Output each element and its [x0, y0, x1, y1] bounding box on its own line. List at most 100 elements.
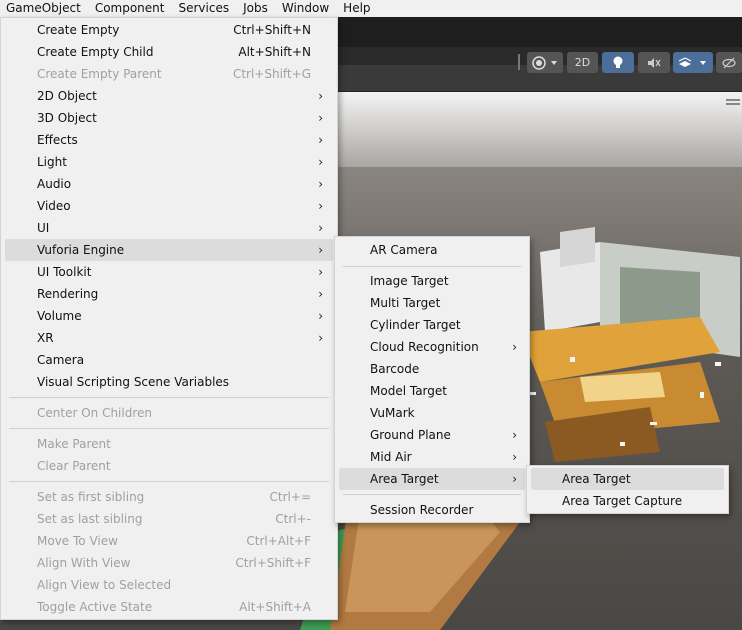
menu-item-area-target[interactable]: Area Target ›: [339, 468, 525, 490]
menu-item-multi-target[interactable]: Multi Target: [339, 292, 525, 314]
menu-item-label: Multi Target: [370, 296, 441, 310]
menu-separator: [9, 397, 329, 398]
menu-item-label: Session Recorder: [370, 503, 474, 517]
area-target-submenu: Area Target Area Target Capture: [526, 465, 729, 514]
eye-hidden-icon: [722, 57, 736, 68]
menu-item-label: Audio: [37, 177, 72, 191]
effects-layers-icon: [678, 56, 706, 67]
menu-item-ui[interactable]: UI ›: [5, 217, 333, 239]
menu-item-shortcut: Ctrl+Shift+N: [233, 23, 311, 37]
menu-item-shortcut: Ctrl+=: [269, 490, 311, 504]
menu-separator: [9, 428, 329, 429]
menu-item-label: Create Empty: [37, 23, 120, 37]
hidden-objects-button[interactable]: [716, 52, 742, 73]
chevron-right-icon: ›: [318, 287, 323, 301]
speaker-muted-icon: [648, 57, 661, 68]
menu-item-cloud-recognition[interactable]: Cloud Recognition ›: [339, 336, 525, 358]
menubar-window[interactable]: Window: [275, 1, 336, 16]
menu-item-effects[interactable]: Effects ›: [5, 129, 333, 151]
shading-mode-button[interactable]: [527, 52, 563, 73]
menu-item-create-empty-child[interactable]: Create Empty Child Alt+Shift+N: [5, 41, 333, 63]
menu-item-ar-camera[interactable]: AR Camera: [339, 239, 525, 261]
menubar-gameobject[interactable]: GameObject: [0, 1, 88, 16]
menu-item-label: Visual Scripting Scene Variables: [37, 375, 230, 389]
menu-item-label: Create Empty Parent: [37, 67, 162, 81]
menu-item-session-recorder[interactable]: Session Recorder: [339, 499, 525, 521]
menu-item-label: Make Parent: [37, 437, 111, 451]
menu-item-label: 3D Object: [37, 111, 97, 125]
menu-item-camera[interactable]: Camera: [5, 349, 333, 371]
chevron-right-icon: ›: [318, 309, 323, 323]
menu-separator: [9, 481, 329, 482]
menu-item-volume[interactable]: Volume ›: [5, 305, 333, 327]
menu-item-label: Area Target: [370, 472, 439, 486]
menu-item-label: Mid Air: [370, 450, 412, 464]
gameobject-menu: Create Empty Ctrl+Shift+N Create Empty Chi…: [0, 17, 338, 620]
menu-item-create-empty[interactable]: Create Empty Ctrl+Shift+N: [5, 19, 333, 41]
menu-item-cylinder-target[interactable]: Cylinder Target: [339, 314, 525, 336]
chevron-right-icon: ›: [318, 221, 323, 235]
menu-item-label: Light: [37, 155, 67, 169]
scene-gizmo-handle[interactable]: [726, 99, 740, 101]
menu-item-ground-plane[interactable]: Ground Plane ›: [339, 424, 525, 446]
menu-item-set-as-first-sibling[interactable]: Set as first sibling Ctrl+=: [5, 486, 333, 508]
menu-item-ui-toolkit[interactable]: UI Toolkit ›: [5, 261, 333, 283]
menu-item-label: Vuforia Engine: [37, 243, 125, 257]
chevron-right-icon: ›: [318, 177, 323, 191]
chevron-right-icon: ›: [318, 331, 323, 345]
menu-item-barcode[interactable]: Barcode: [339, 358, 525, 380]
menu-item-audio[interactable]: Audio ›: [5, 173, 333, 195]
chevron-right-icon: ›: [318, 133, 323, 147]
menu-item-set-as-last-sibling[interactable]: Set as last sibling Ctrl+-: [5, 508, 333, 530]
effects-dropdown-button[interactable]: [673, 52, 713, 73]
menu-item-area-target[interactable]: Area Target: [531, 468, 724, 490]
menu-item-image-target[interactable]: Image Target: [339, 270, 525, 292]
menu-item-center-on-children[interactable]: Center On Children: [5, 402, 333, 424]
menu-item-label: 2D Object: [37, 89, 97, 103]
menu-item-label: Camera: [37, 353, 85, 367]
menu-item-label: Volume: [37, 309, 82, 323]
menu-item-label: Effects: [37, 133, 78, 147]
menu-item-label: Ground Plane: [370, 428, 451, 442]
chevron-right-icon: ›: [318, 111, 323, 125]
menu-item-label: Cloud Recognition: [370, 340, 479, 354]
menu-item-align-view-to-selected[interactable]: Align View to Selected: [5, 574, 333, 596]
chevron-right-icon: ›: [512, 450, 517, 464]
menu-item-label: Align With View: [37, 556, 131, 570]
menu-item-label: Move To View: [37, 534, 118, 548]
menu-item-make-parent[interactable]: Make Parent: [5, 433, 333, 455]
menu-item-move-to-view[interactable]: Move To View Ctrl+Alt+F: [5, 530, 333, 552]
menu-separator: [343, 494, 521, 495]
menu-item-toggle-active-state[interactable]: Toggle Active State Alt+Shift+A: [5, 596, 333, 618]
chevron-right-icon: ›: [318, 243, 323, 257]
mode-2d-button[interactable]: 2D: [567, 52, 598, 73]
menu-item-area-target-capture[interactable]: Area Target Capture: [531, 490, 724, 512]
menubar-services[interactable]: Services: [171, 1, 236, 16]
menu-item-vuforia-engine[interactable]: Vuforia Engine ›: [5, 239, 333, 261]
menu-item-label: Rendering: [37, 287, 99, 301]
menu-item-2d-object[interactable]: 2D Object ›: [5, 85, 333, 107]
menu-item-label: Video: [37, 199, 71, 213]
menu-item-video[interactable]: Video ›: [5, 195, 333, 217]
menu-item-light[interactable]: Light ›: [5, 151, 333, 173]
lighting-toggle-button[interactable]: [602, 52, 634, 73]
menu-item-label: Cylinder Target: [370, 318, 461, 332]
menubar-component[interactable]: Component: [88, 1, 172, 16]
menu-item-label: Barcode: [370, 362, 420, 376]
menu-item-xr[interactable]: XR ›: [5, 327, 333, 349]
menu-item-align-with-view[interactable]: Align With View Ctrl+Shift+F: [5, 552, 333, 574]
menu-item-label: VuMark: [370, 406, 415, 420]
menu-item-label: Image Target: [370, 274, 449, 288]
menu-item-mid-air[interactable]: Mid Air ›: [339, 446, 525, 468]
vuforia-engine-submenu: AR Camera Image Target Multi Target Cylinde…: [334, 236, 530, 523]
menubar-help[interactable]: Help: [336, 1, 377, 16]
menu-item-create-empty-parent[interactable]: Create Empty Parent Ctrl+Shift+G: [5, 63, 333, 85]
menu-item-model-target[interactable]: Model Target: [339, 380, 525, 402]
menubar-jobs[interactable]: Jobs: [236, 1, 275, 16]
audio-toggle-button[interactable]: [638, 52, 670, 73]
menu-item-3d-object[interactable]: 3D Object ›: [5, 107, 333, 129]
menu-item-vumark[interactable]: VuMark: [339, 402, 525, 424]
menu-item-rendering[interactable]: Rendering ›: [5, 283, 333, 305]
menu-item-visual-scripting-scene-variables[interactable]: Visual Scripting Scene Variables: [5, 371, 333, 393]
menu-item-clear-parent[interactable]: Clear Parent: [5, 455, 333, 477]
